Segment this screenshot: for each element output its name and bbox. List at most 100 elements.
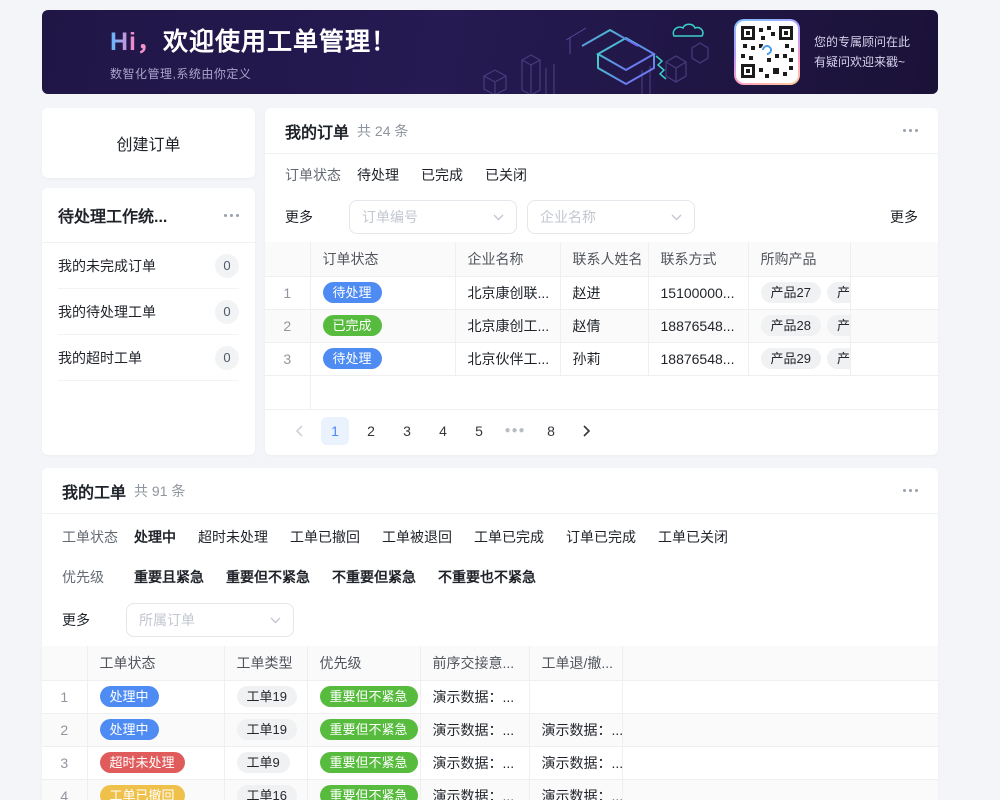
pagination-page-3[interactable]: 3: [393, 417, 421, 445]
contact-cell: 孙莉: [560, 342, 648, 375]
filter-option-returned[interactable]: 工单被退回: [382, 527, 452, 547]
create-order-button[interactable]: 创建订单: [42, 108, 255, 178]
pagination-prev-icon[interactable]: [285, 417, 313, 445]
company-cell: 北京康创工...: [455, 309, 560, 342]
filter-option-closed[interactable]: 已关闭: [485, 165, 527, 185]
tickets-more-label[interactable]: 更多: [62, 610, 126, 630]
row-index: 2: [265, 309, 310, 342]
pagination-page-1[interactable]: 1: [321, 417, 349, 445]
order-number-placeholder: 订单编号: [362, 207, 493, 227]
more-icon[interactable]: [903, 125, 918, 136]
ticket-type-tag: 工单19: [237, 686, 297, 707]
col-retreat: 工单退/撤...: [529, 646, 622, 680]
filter-option-overtime[interactable]: 超时未处理: [198, 527, 268, 547]
orders-more-label[interactable]: 更多: [285, 207, 349, 227]
pagination-page-5[interactable]: 5: [465, 417, 493, 445]
tickets-panel-title: 我的工单: [62, 479, 126, 503]
banner-subtitle: 数智化管理,系统由你定义: [110, 65, 397, 82]
orders-table-empty-row: [265, 376, 938, 410]
filter-option-pending[interactable]: 待处理: [357, 165, 399, 185]
isometric-decoration: [470, 10, 710, 94]
status-badge: 处理中: [100, 686, 159, 707]
more-icon[interactable]: [224, 210, 239, 221]
orders-table: 订单状态 企业名称 联系人姓名 联系方式 所购产品 1 待处理 北京康创联...…: [265, 242, 938, 376]
priority-badge: 重要但不紧急: [320, 752, 418, 773]
extra-cell: [850, 309, 938, 342]
filter-option-not-important-not-urgent[interactable]: 不重要也不紧急: [438, 567, 536, 587]
create-order-label: 创建订单: [116, 131, 180, 155]
filter-option-ticket-done[interactable]: 工单已完成: [474, 527, 544, 547]
stat-item-unfinished-orders[interactable]: 我的未完成订单 0: [58, 243, 239, 289]
product-tag: 产品29: [761, 348, 821, 369]
banner-title-rest: 欢迎使用工单管理！: [163, 28, 397, 56]
pagination-page-2[interactable]: 2: [357, 417, 385, 445]
col-extra: [850, 242, 938, 276]
status-badge: 工单已撤回: [100, 785, 185, 800]
order-row[interactable]: 3 待处理 北京伙伴工... 孙莉 18876548... 产品29产: [265, 342, 938, 375]
pagination-page-8[interactable]: 8: [537, 417, 565, 445]
tickets-table-header-row: 工单状态 工单类型 优先级 前序交接意... 工单退/撤...: [42, 646, 938, 680]
pagination-ellipsis-icon[interactable]: ●●●: [501, 417, 529, 445]
col-products: 所购产品: [748, 242, 850, 276]
order-row[interactable]: 2 已完成 北京康创工... 赵倩 18876548... 产品28产: [265, 309, 938, 342]
order-status-filter-label: 订单状态: [285, 165, 357, 185]
handover-cell: 演示数据：...: [420, 713, 529, 746]
company-cell: 北京康创联...: [455, 276, 560, 309]
ticket-row[interactable]: 1 处理中 工单19 重要但不紧急 演示数据：...: [42, 680, 938, 713]
product-tag-clipped: 产: [827, 315, 850, 336]
col-company: 企业名称: [455, 242, 560, 276]
col-index: [265, 242, 310, 276]
orders-more-right-link[interactable]: 更多: [890, 207, 918, 227]
company-name-select[interactable]: 企业名称: [527, 200, 695, 234]
retreat-cell: 演示数据：...: [529, 779, 622, 800]
filter-option-completed[interactable]: 已完成: [421, 165, 463, 185]
contact-cell: 赵倩: [560, 309, 648, 342]
chevron-down-icon: [270, 617, 281, 624]
sidebar: 创建订单 待处理工作统... 我的未完成订单 0 我的待处理工单 0 我的超时工…: [42, 108, 255, 455]
row-index: 4: [42, 779, 87, 800]
order-number-select[interactable]: 订单编号: [349, 200, 517, 234]
pagination-page-4[interactable]: 4: [429, 417, 457, 445]
ticket-status-filter-label: 工单状态: [62, 527, 134, 547]
extra-cell: [622, 746, 938, 779]
phone-cell: 15100000...: [648, 276, 748, 309]
filter-option-important-not-urgent[interactable]: 重要但不紧急: [226, 567, 310, 587]
consultant-text-line2: 有疑问欢迎来戳~: [814, 52, 910, 72]
orders-table-header-row: 订单状态 企业名称 联系人姓名 联系方式 所购产品: [265, 242, 938, 276]
filter-option-withdrawn[interactable]: 工单已撤回: [290, 527, 360, 547]
banner-title: Hi，欢迎使用工单管理！: [110, 22, 397, 58]
ticket-row[interactable]: 2 处理中 工单19 重要但不紧急 演示数据：... 演示数据：...: [42, 713, 938, 746]
filter-option-not-important-urgent[interactable]: 不重要但紧急: [332, 567, 416, 587]
filter-option-processing[interactable]: 处理中: [134, 527, 176, 547]
stat-count-badge: 0: [215, 254, 239, 278]
handover-cell: 演示数据：...: [420, 746, 529, 779]
product-tag: 产品27: [761, 282, 821, 303]
stat-item-pending-tickets[interactable]: 我的待处理工单 0: [58, 289, 239, 335]
priority-filter-row: 优先级 重要且紧急 重要但不紧急 不重要但紧急 不重要也不紧急: [42, 554, 938, 594]
tickets-more-row: 更多 所属订单: [42, 594, 938, 646]
ticket-row[interactable]: 4 工单已撤回 工单16 重要但不紧急 演示数据：... 演示数据：...: [42, 779, 938, 800]
row-index: 3: [265, 342, 310, 375]
qr-code[interactable]: [734, 19, 800, 85]
parent-order-placeholder: 所属订单: [139, 610, 270, 630]
extra-cell: [622, 779, 938, 800]
phone-cell: 18876548...: [648, 342, 748, 375]
retreat-cell: 演示数据：...: [529, 713, 622, 746]
retreat-cell: 演示数据：...: [529, 746, 622, 779]
ticket-row[interactable]: 3 超时未处理 工单9 重要但不紧急 演示数据：... 演示数据：...: [42, 746, 938, 779]
stat-item-overtime-tickets[interactable]: 我的超时工单 0: [58, 335, 239, 381]
chevron-down-icon: [493, 214, 504, 221]
tickets-table: 工单状态 工单类型 优先级 前序交接意... 工单退/撤... 1 处理中 工单…: [42, 646, 938, 800]
filter-option-ticket-closed[interactable]: 工单已关闭: [658, 527, 728, 547]
more-icon[interactable]: [903, 485, 918, 496]
parent-order-select[interactable]: 所属订单: [126, 603, 294, 637]
status-badge: 待处理: [323, 282, 382, 303]
status-badge: 处理中: [100, 719, 159, 740]
col-extra: [622, 646, 938, 680]
status-badge: 已完成: [323, 315, 382, 336]
pagination-next-icon[interactable]: [573, 417, 601, 445]
filter-option-order-done[interactable]: 订单已完成: [566, 527, 636, 547]
filter-option-important-urgent[interactable]: 重要且紧急: [134, 567, 204, 587]
order-row[interactable]: 1 待处理 北京康创联... 赵进 15100000... 产品27产: [265, 276, 938, 309]
orders-pagination: 1 2 3 4 5 ●●● 8: [265, 410, 938, 452]
